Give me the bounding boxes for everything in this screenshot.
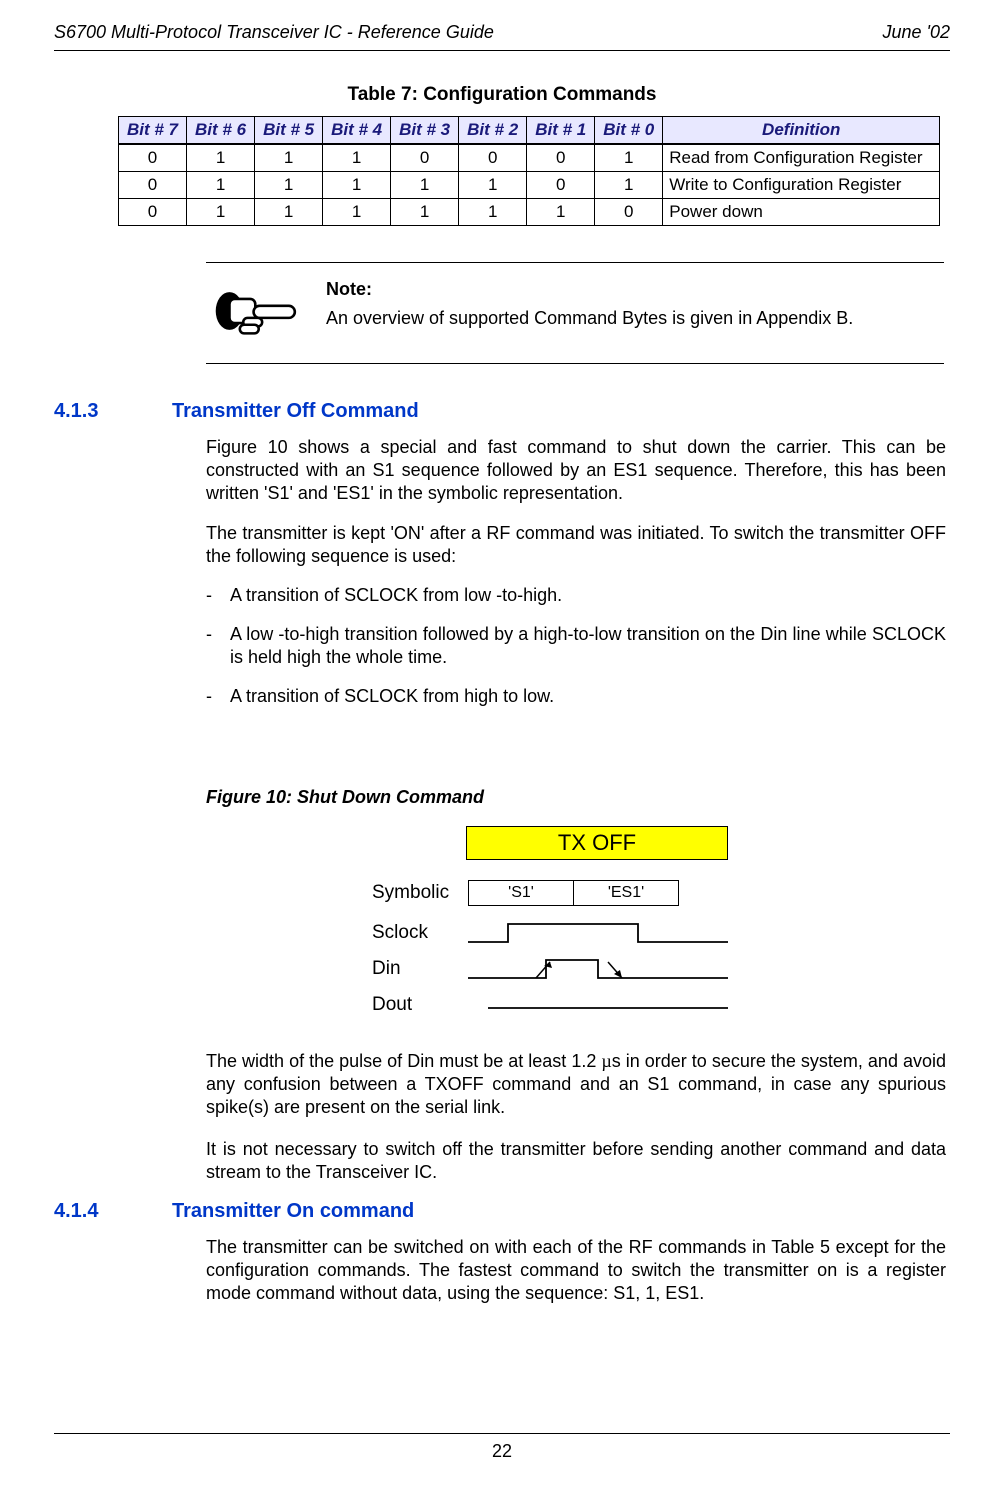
cell: 0 bbox=[119, 172, 187, 199]
cell: 1 bbox=[187, 199, 255, 226]
note-box: Note: An overview of supported Command B… bbox=[206, 262, 944, 364]
figure-10-caption: Figure 10: Shut Down Command bbox=[206, 786, 946, 809]
sec413-p3: The width of the pulse of Din must be at… bbox=[206, 1050, 946, 1119]
cell: 1 bbox=[595, 144, 663, 172]
cell: 1 bbox=[391, 172, 459, 199]
symbolic-s1-cell: 'S1' bbox=[468, 880, 574, 906]
cell: 1 bbox=[255, 144, 323, 172]
header-left: S6700 Multi-Protocol Transceiver IC - Re… bbox=[54, 22, 494, 43]
figure-10: TX OFF Symbolic 'S1' 'ES1' Sclock Din Do… bbox=[372, 826, 802, 1036]
th-definition: Definition bbox=[663, 117, 940, 145]
table-row: 0 1 1 1 1 1 1 0 Power down bbox=[119, 199, 940, 226]
cell: 0 bbox=[391, 144, 459, 172]
sec413-p2: The transmitter is kept 'ON' after a RF … bbox=[206, 522, 946, 568]
cell: 1 bbox=[323, 199, 391, 226]
section-4-1-3-heading: 4.1.3 Transmitter Off Command bbox=[54, 400, 419, 423]
sec414-p1: The transmitter can be switched on with … bbox=[206, 1236, 946, 1305]
cell: 0 bbox=[119, 199, 187, 226]
th-bit4: Bit # 4 bbox=[323, 117, 391, 145]
dout-waveform bbox=[468, 998, 728, 1012]
row-label-din: Din bbox=[372, 958, 468, 980]
list-item: A transition of SCLOCK from low -to-high… bbox=[230, 584, 946, 607]
th-bit2: Bit # 2 bbox=[459, 117, 527, 145]
sec413-p1: Figure 10 shows a special and fast comma… bbox=[206, 436, 946, 505]
cell: 1 bbox=[255, 172, 323, 199]
cell: 1 bbox=[527, 199, 595, 226]
cell: 0 bbox=[459, 144, 527, 172]
pointing-hand-icon bbox=[214, 285, 300, 337]
micro-symbol: µ bbox=[601, 1051, 611, 1071]
note-title: Note: bbox=[326, 279, 944, 300]
footer-rule bbox=[54, 1433, 950, 1434]
cell: 1 bbox=[391, 199, 459, 226]
config-commands-table: Bit # 7 Bit # 6 Bit # 5 Bit # 4 Bit # 3 … bbox=[118, 116, 940, 226]
note-body: An overview of supported Command Bytes i… bbox=[326, 308, 944, 329]
sec413-p4: It is not necessary to switch off the tr… bbox=[206, 1138, 946, 1184]
cell: 0 bbox=[595, 199, 663, 226]
cell: 1 bbox=[187, 144, 255, 172]
cell: 0 bbox=[527, 144, 595, 172]
list-item: A transition of SCLOCK from high to low. bbox=[230, 685, 946, 708]
row-label-sclock: Sclock bbox=[372, 922, 468, 944]
din-waveform bbox=[468, 956, 728, 982]
cell: 1 bbox=[323, 144, 391, 172]
cell: 0 bbox=[527, 172, 595, 199]
p3-part-a: The width of the pulse of Din must be at… bbox=[206, 1051, 601, 1071]
cell-definition: Read from Configuration Register bbox=[663, 144, 940, 172]
table-row: 0 1 1 1 0 0 0 1 Read from Configuration … bbox=[119, 144, 940, 172]
cell: 1 bbox=[255, 199, 323, 226]
th-bit3: Bit # 3 bbox=[391, 117, 459, 145]
cell: 1 bbox=[323, 172, 391, 199]
cell-definition: Power down bbox=[663, 199, 940, 226]
symbolic-es1-cell: 'ES1' bbox=[574, 880, 679, 906]
cell: 0 bbox=[119, 144, 187, 172]
header-rule bbox=[54, 50, 950, 51]
section-number: 4.1.4 bbox=[54, 1200, 124, 1223]
cell: 1 bbox=[595, 172, 663, 199]
section-4-1-4-heading: 4.1.4 Transmitter On command bbox=[54, 1200, 414, 1223]
table-caption: Table 7: Configuration Commands bbox=[0, 84, 1004, 106]
list-item: A low -to-high transition followed by a … bbox=[230, 623, 946, 669]
page-number: 22 bbox=[0, 1441, 1004, 1462]
th-bit1: Bit # 1 bbox=[527, 117, 595, 145]
sec413-list: A transition of SCLOCK from low -to-high… bbox=[206, 584, 946, 708]
tx-off-label: TX OFF bbox=[466, 826, 728, 860]
cell: 1 bbox=[459, 172, 527, 199]
section-number: 4.1.3 bbox=[54, 400, 124, 423]
row-label-symbolic: Symbolic bbox=[372, 882, 468, 904]
cell: 1 bbox=[459, 199, 527, 226]
table-row: 0 1 1 1 1 1 0 1 Write to Configuration R… bbox=[119, 172, 940, 199]
th-bit7: Bit # 7 bbox=[119, 117, 187, 145]
section-title: Transmitter On command bbox=[172, 1200, 414, 1223]
th-bit0: Bit # 0 bbox=[595, 117, 663, 145]
header-right: June '02 bbox=[883, 22, 951, 43]
cell-definition: Write to Configuration Register bbox=[663, 172, 940, 199]
cell: 1 bbox=[187, 172, 255, 199]
th-bit6: Bit # 6 bbox=[187, 117, 255, 145]
section-title: Transmitter Off Command bbox=[172, 400, 419, 423]
page-header: S6700 Multi-Protocol Transceiver IC - Re… bbox=[54, 22, 950, 43]
table-header-row: Bit # 7 Bit # 6 Bit # 5 Bit # 4 Bit # 3 … bbox=[119, 117, 940, 145]
th-bit5: Bit # 5 bbox=[255, 117, 323, 145]
sclock-waveform bbox=[468, 920, 728, 946]
row-label-dout: Dout bbox=[372, 994, 468, 1016]
